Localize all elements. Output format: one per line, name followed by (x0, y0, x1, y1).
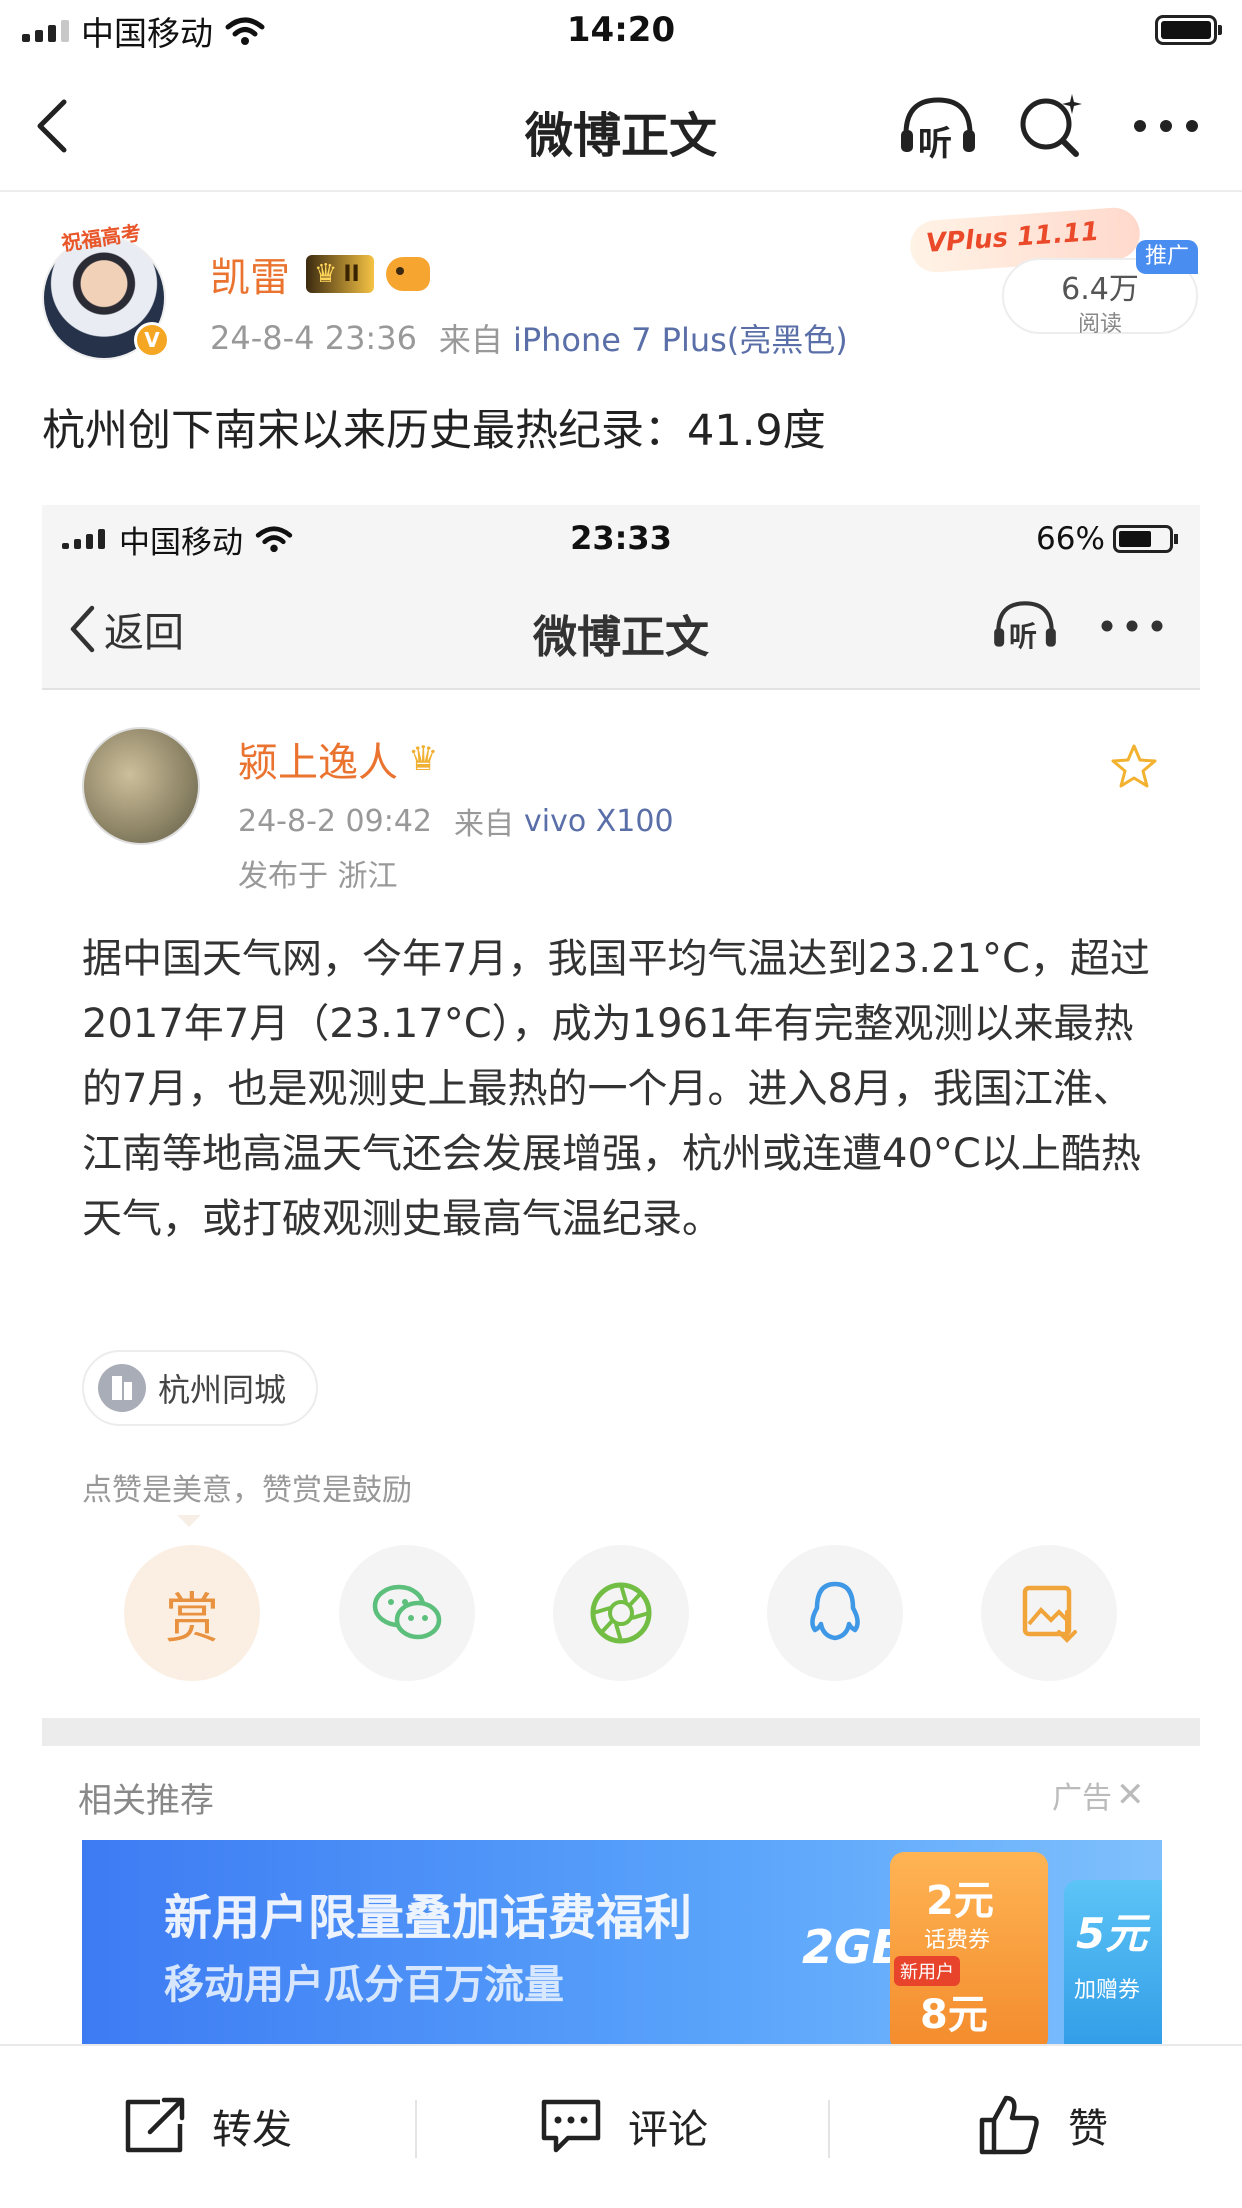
listen-button[interactable]: 听 (896, 94, 980, 164)
star-favorite-icon[interactable] (1110, 743, 1158, 789)
save-image-icon (1022, 1585, 1077, 1643)
post-source-device[interactable]: iPhone 7 Plus(亮黑色) (513, 315, 848, 361)
shot-avatar[interactable] (82, 727, 200, 845)
post-text: 杭州创下南宋以来历史最热纪录：41.9度 (42, 406, 826, 456)
repost-button[interactable]: 转发 (122, 2094, 292, 2158)
shot-body-text: 据中国天气网，今年7月，我国平均气温达到23.21°C，超过2017年7月（23… (82, 936, 1150, 1242)
comment-button[interactable]: 评论 (538, 2094, 708, 2158)
building-icon (98, 1364, 146, 1412)
search-sparkle-icon[interactable] (1016, 90, 1086, 160)
battery-icon (1155, 15, 1222, 45)
shot-location: 发布于 浙江 (238, 859, 398, 894)
nav-bar: 微博正文 听 (0, 60, 1242, 192)
reward-tip-pointer (177, 1515, 201, 1527)
qq-icon (810, 1581, 860, 1641)
verified-icon: V (134, 322, 170, 358)
shot-time: 23:33 (570, 519, 672, 557)
banner-bonus-card: 5元 加赠券 (1064, 1880, 1162, 2045)
comment-label: 评论 (628, 2107, 708, 2153)
shot-author-row: 颍上逸人 ♛ (238, 731, 438, 787)
author-username[interactable]: 凯雷 (210, 245, 290, 303)
ad-label-close[interactable]: 广告 ✕ (1052, 1775, 1145, 1816)
reward-button[interactable]: 赏 (124, 1545, 260, 1681)
shot-battery-icon (1112, 525, 1178, 553)
like-label: 赞 (1068, 2106, 1108, 2152)
reads-label: 阅读 (1077, 312, 1122, 337)
share-qq-button[interactable] (767, 1545, 903, 1681)
post-meta: 24-8-4 23:36 来自 iPhone 7 Plus(亮黑色) (210, 316, 848, 360)
post-source-prefix: 来自 (438, 321, 503, 359)
comment-icon (541, 2099, 601, 2153)
shot-post-time: 24-8-2 09:42 (238, 803, 432, 839)
save-image-button[interactable] (981, 1545, 1117, 1681)
bottom-action-bar: 转发 评论 赞 (0, 2044, 1242, 2208)
promo-tag: 推广 (1136, 240, 1198, 274)
bottom-divider-2 (828, 2100, 830, 2158)
shot-source-prefix: 来自 (454, 807, 514, 842)
shot-status-right: 66% (1036, 519, 1178, 559)
listen-label: 听 (918, 124, 952, 164)
banner-headline: 新用户限量叠加话费福利 (164, 1890, 693, 1946)
fish-badge-icon (385, 257, 430, 291)
shot-header: 中国移动 23:33 66% 返回 微博正文 听 (42, 505, 1200, 690)
bottom-divider (415, 2100, 417, 2158)
shot-more-dots-icon[interactable] (1100, 619, 1164, 633)
shot-meta: 24-8-2 09:42 来自 vivo X100 (238, 801, 674, 843)
ad-banner[interactable]: 新用户限量叠加话费福利 移动用户瓜分百万流量 2GB 2元 话费券 新用户 8元… (82, 1840, 1162, 2045)
like-button[interactable]: 赞 (976, 2090, 1108, 2160)
reward-tip: 点赞是美意，赞赏是鼓励 (82, 1473, 412, 1508)
shot-listen-label: 听 (1009, 620, 1038, 653)
embedded-screenshot[interactable]: 中国移动 23:33 66% 返回 微博正文 听 颍上逸人 ♛ 24-8-2 0… (42, 505, 1200, 2045)
post-time: 24-8-4 23:36 (210, 319, 417, 357)
shot-battery-label: 66% (1036, 521, 1105, 557)
banner-subline: 移动用户瓜分百万流量 (164, 1962, 564, 2008)
topic-tag[interactable]: 杭州同城 (82, 1350, 319, 1426)
status-bar: 中国移动 14:20 (0, 0, 1242, 60)
author-avatar-wrap[interactable]: 祝福高考 V (36, 218, 176, 368)
share-wechat-button[interactable] (339, 1545, 475, 1681)
banner-coupon-card: 2元 话费券 新用户 8元 (890, 1852, 1048, 2045)
shot-crown-icon: ♛ (408, 739, 439, 779)
ad-label: 广告 (1052, 1781, 1112, 1816)
close-icon[interactable]: ✕ (1116, 1775, 1145, 1815)
thumbs-up-icon (979, 2095, 1039, 2155)
repost-icon (125, 2097, 185, 2153)
status-time: 14:20 (566, 10, 676, 50)
author-name-row: 凯雷 ♛ II (210, 245, 430, 303)
crown-icon: ♛ (314, 259, 338, 289)
wechat-icon (372, 1584, 442, 1640)
shot-username[interactable]: 颍上逸人 (238, 730, 398, 788)
share-moments-button[interactable] (553, 1545, 689, 1681)
more-dots-icon[interactable] (1132, 118, 1200, 134)
section-divider (42, 1718, 1200, 1746)
shot-listen-button[interactable]: 听 (990, 597, 1060, 653)
shot-source-device[interactable]: vivo X100 (524, 804, 674, 839)
repost-label: 转发 (212, 2107, 292, 2153)
topic-tag-label: 杭州同城 (158, 1371, 287, 1409)
crown-level-badge: ♛ II (306, 255, 374, 293)
related-title: 相关推荐 (78, 1781, 214, 1821)
reward-icon: 赏 (165, 1586, 219, 1650)
moments-icon (590, 1582, 652, 1644)
